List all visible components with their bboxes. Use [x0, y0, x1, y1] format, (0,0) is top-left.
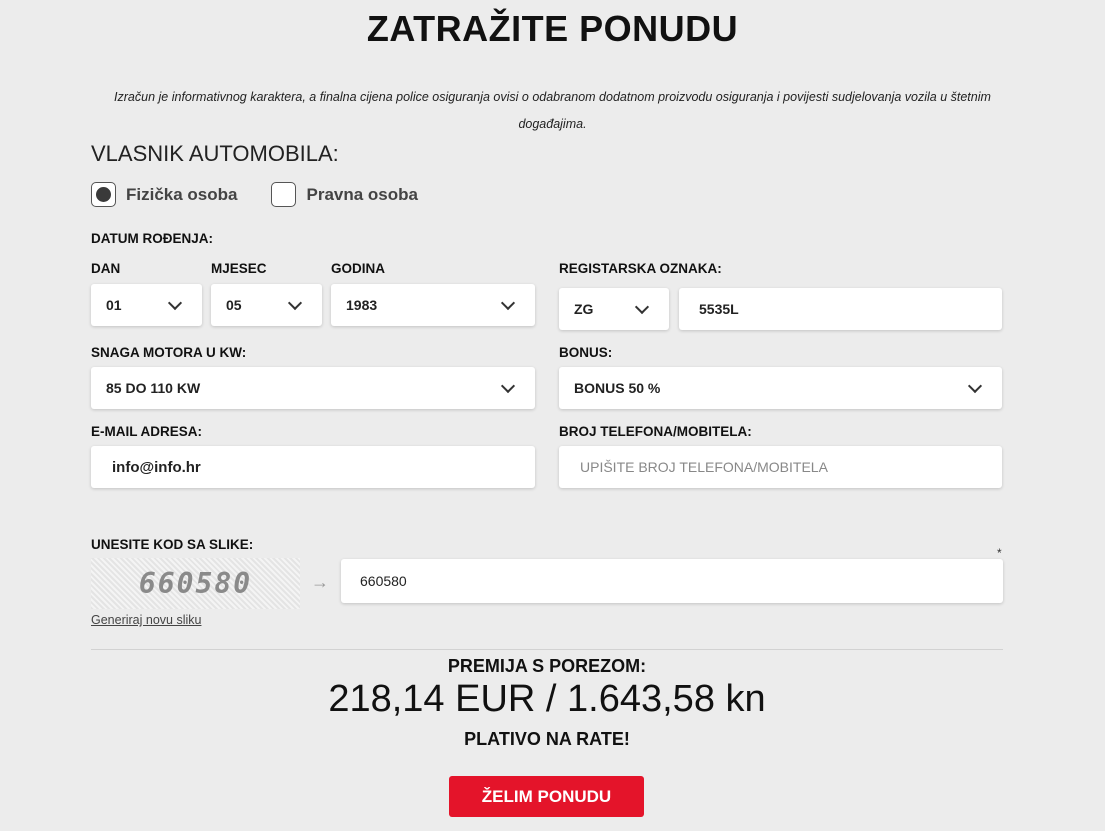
chevron-down-icon [500, 295, 516, 310]
email-field[interactable]: info@info.hr [91, 446, 535, 488]
month-label: MJESEC [211, 261, 267, 276]
installments-text: PLATIVO NA RATE! [464, 729, 630, 749]
bonus-label: BONUS: [559, 345, 613, 360]
day-select[interactable]: 01 [91, 284, 202, 326]
registration-city-select[interactable]: ZG [559, 288, 669, 330]
captcha-image-text: 660580 [138, 567, 253, 600]
owner-section-title: VLASNIK AUTOMOBILA: [91, 141, 339, 166]
premium-value: 218,14 EUR / 1.643,58 kn [328, 678, 766, 720]
radio-label-pravna: Pravna osoba [306, 184, 418, 204]
radio-dot-icon [96, 187, 111, 202]
radio-box-unchecked[interactable] [271, 182, 297, 207]
year-select-value: 1983 [346, 297, 378, 313]
engine-power-select[interactable]: 85 DO 110 KW [91, 367, 535, 409]
chevron-down-icon [634, 299, 650, 314]
captcha-input[interactable]: 660580 [341, 559, 1003, 603]
engine-power-value: 85 DO 110 KW [106, 380, 201, 396]
captcha-input-value: 660580 [360, 573, 407, 589]
registration-number-value: 5535L [699, 301, 739, 317]
bonus-value: BONUS 50 % [574, 380, 661, 396]
email-label: E-MAIL ADRESA: [91, 424, 202, 439]
day-select-value: 01 [106, 297, 122, 313]
captcha-image: 660580 [91, 558, 300, 609]
page-title: ZATRAŽITE PONUDU [366, 8, 739, 49]
chevron-down-icon [500, 378, 516, 393]
regenerate-captcha-link[interactable]: Generiraj novu sliku [91, 613, 201, 627]
birth-date-label: DATUM ROĐENJA: [91, 231, 213, 246]
chevron-down-icon [967, 378, 983, 393]
month-select[interactable]: 05 [211, 284, 322, 326]
premium-label: PREMIJA S POREZOM: [447, 656, 647, 676]
radio-box-checked[interactable] [91, 182, 116, 207]
month-select-value: 05 [226, 297, 242, 313]
chevron-down-icon [167, 295, 183, 310]
registration-number-input[interactable]: 5535L [679, 288, 1002, 330]
chevron-down-icon [287, 295, 303, 310]
registration-label: REGISTARSKA OZNAKA: [559, 261, 722, 276]
registration-city-value: ZG [574, 301, 594, 317]
phone-label: BROJ TELEFONA/MOBITELA: [559, 424, 752, 439]
disclaimer-text: Izračun je informativnog karaktera, a fi… [114, 90, 991, 131]
year-select[interactable]: 1983 [331, 284, 535, 326]
radio-label-fizicka: Fizička osoba [126, 184, 238, 204]
phone-placeholder: UPIŠITE BROJ TELEFONA/MOBITELA [580, 459, 828, 475]
bonus-select[interactable]: BONUS 50 % [559, 367, 1002, 409]
engine-power-label: SNAGA MOTORA U KW: [91, 345, 247, 360]
required-mark: * [997, 546, 1002, 560]
phone-field[interactable]: UPIŠITE BROJ TELEFONA/MOBITELA [559, 446, 1002, 488]
owner-type-radio-group: Fizička osoba Pravna osoba [91, 182, 452, 207]
submit-offer-button[interactable]: ŽELIM PONUDU [449, 776, 644, 817]
arrow-right-icon: → [311, 572, 329, 592]
radio-pravna-osoba[interactable]: Pravna osoba [271, 182, 418, 207]
captcha-label: UNESITE KOD SA SLIKE: [91, 537, 254, 552]
year-label: GODINA [331, 261, 385, 276]
divider [91, 649, 1003, 650]
day-label: DAN [91, 261, 121, 276]
radio-fizicka-osoba[interactable]: Fizička osoba [91, 182, 237, 207]
email-value: info@info.hr [112, 458, 201, 476]
